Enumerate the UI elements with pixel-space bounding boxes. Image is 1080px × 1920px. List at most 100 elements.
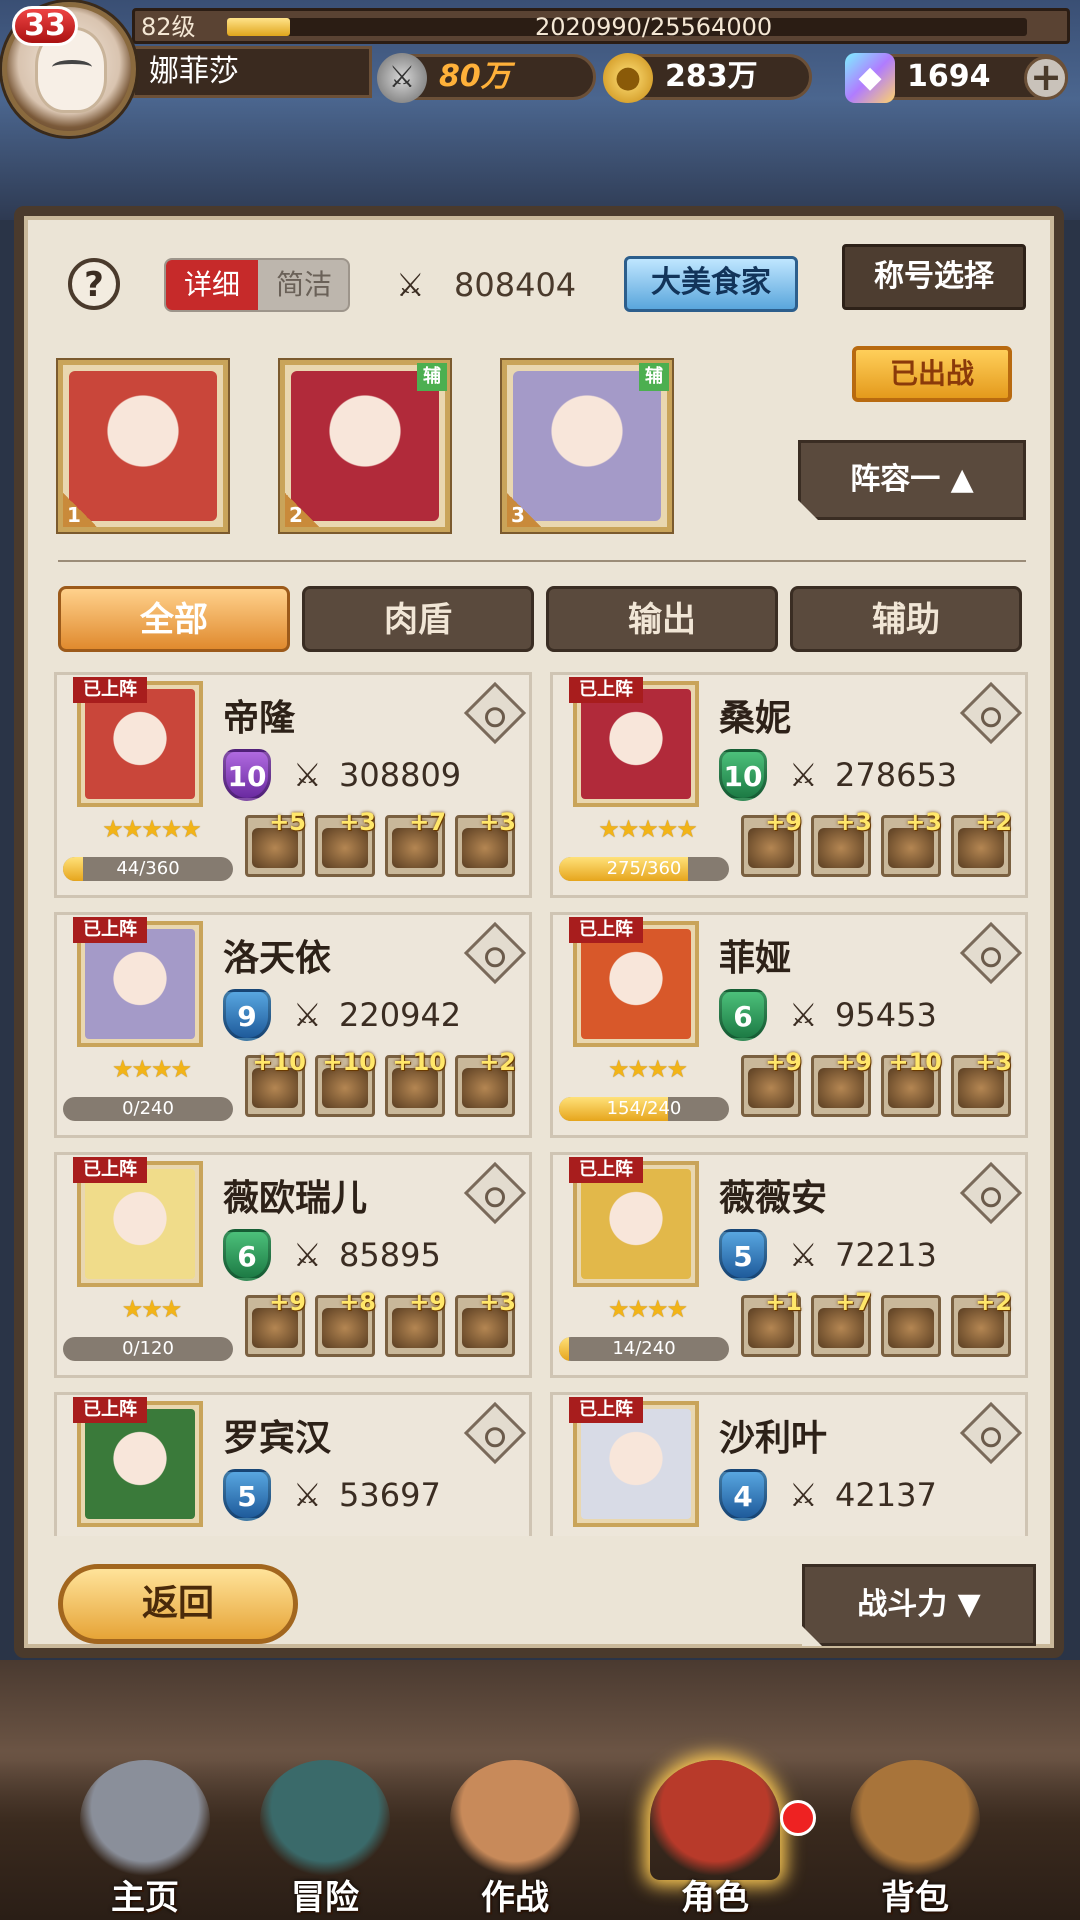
hero-face [85, 1169, 195, 1279]
hero-card[interactable]: 已上阵 薇薇安 5 ⚔ 72213 ★★★★ 14/240 +1 +7 +2 [550, 1152, 1028, 1378]
equipment-slot[interactable]: +1 [741, 1288, 802, 1357]
equipment-slot[interactable]: +10 [245, 1048, 306, 1117]
hero-exp-text: 154/240 [606, 1098, 682, 1119]
equipment-level: +5 [269, 808, 306, 836]
hero-face [581, 689, 691, 799]
deployed-button[interactable]: 已出战 [852, 346, 1012, 402]
equipment-level: +9 [409, 1288, 446, 1316]
star-rating: ★★★ [121, 1295, 183, 1323]
gold-pill[interactable]: ● 283万 [603, 53, 812, 103]
view-details-icon[interactable] [463, 921, 527, 985]
equipment-slot[interactable]: +10 [881, 1048, 942, 1117]
equipment-slot[interactable]: +9 [741, 808, 802, 877]
rank-badge: 9 [223, 989, 271, 1041]
equipment-slot[interactable]: +10 [385, 1048, 446, 1117]
equipment-slot[interactable] [881, 1295, 941, 1357]
nav-character-book[interactable]: 角色 [640, 1760, 790, 1920]
hero-power: ⚔ 72213 [789, 1235, 937, 1275]
equipment-slot[interactable]: +10 [315, 1048, 376, 1117]
equipment-slot[interactable]: +9 [385, 1288, 446, 1357]
hero-exp-text: 0/120 [122, 1338, 174, 1359]
hero-power-value: 95453 [835, 996, 937, 1034]
hero-power-value: 42137 [835, 1476, 937, 1514]
hero-card[interactable]: 已上阵 菲娅 6 ⚔ 95453 ★★★★ 154/240 +9 +9 +10 +3 [550, 912, 1028, 1138]
hero-exp-bar: 44/360 [63, 857, 233, 881]
filter-tab[interactable]: 全部 [58, 586, 290, 652]
filter-tab[interactable]: 肉盾 [302, 586, 534, 652]
equipment-slot[interactable]: +7 [385, 808, 446, 877]
view-details-icon[interactable] [463, 681, 527, 745]
equipment-level: +2 [975, 1288, 1012, 1316]
equipment-level: +10 [888, 1048, 942, 1076]
view-details-icon[interactable] [959, 1401, 1023, 1465]
hero-card[interactable]: 已上阵 罗宾汉 5 ⚔ 53697 [54, 1392, 532, 1536]
team-slot[interactable]: 3辅 [502, 360, 672, 532]
equipment-slot[interactable]: +9 [245, 1288, 306, 1357]
equipment-slot[interactable]: +8 [315, 1288, 376, 1357]
support-badge: 辅 [417, 363, 447, 391]
slot-number: 3 [511, 503, 525, 527]
hero-card[interactable]: 已上阵 沙利叶 4 ⚔ 42137 [550, 1392, 1028, 1536]
equipment-slot[interactable]: +2 [951, 808, 1012, 877]
equipment-slot[interactable]: +7 [811, 1288, 872, 1357]
equipment-slot[interactable]: +2 [951, 1288, 1012, 1357]
mode-detail-tab[interactable]: 详细 [166, 260, 258, 310]
deployed-tag: 已上阵 [73, 677, 147, 703]
slot-number: 2 [289, 503, 303, 527]
title-select-button[interactable]: 称号选择 [842, 244, 1026, 310]
equipment-slot[interactable]: +5 [245, 808, 306, 877]
hero-card[interactable]: 已上阵 帝隆 10 ⚔ 308809 ★★★★★ 44/360 +5 +3 +7 +3 [54, 672, 532, 898]
hero-power: ⚔ 85895 [293, 1235, 441, 1275]
equipment-slot[interactable]: +3 [811, 808, 872, 877]
view-details-icon[interactable] [463, 1161, 527, 1225]
equipment-slot[interactable]: +3 [881, 808, 942, 877]
equipment-slot[interactable]: +9 [811, 1048, 872, 1117]
team-select-dropdown[interactable]: 阵容一 ▲ [798, 440, 1026, 520]
crossed-swords-icon: ⚔ [789, 756, 818, 794]
filter-tab[interactable]: 输出 [546, 586, 778, 652]
hero-list[interactable]: 已上阵 帝隆 10 ⚔ 308809 ★★★★★ 44/360 +5 +3 +7 +3 已上阵 桑妮 10… [54, 672, 1052, 1536]
equipment-slot[interactable]: +2 [455, 1048, 516, 1117]
gem-icon: ◆ [845, 53, 895, 103]
add-gems-button[interactable]: + [1024, 56, 1068, 100]
hero-card[interactable]: 已上阵 薇欧瑞儿 6 ⚔ 85895 ★★★ 0/120 +9 +8 +9 +3 [54, 1152, 532, 1378]
equipment-slot[interactable]: +9 [741, 1048, 802, 1117]
hero-card[interactable]: 已上阵 桑妮 10 ⚔ 278653 ★★★★★ 275/360 +9 +3 +3 +2 [550, 672, 1028, 898]
portal-gate-icon [260, 1760, 390, 1880]
equipment-slot[interactable]: +3 [315, 808, 376, 877]
filter-tab[interactable]: 辅助 [790, 586, 1022, 652]
crossed-swords-icon: ⚔ [789, 1476, 818, 1514]
exp-bar-fill [227, 18, 291, 36]
view-details-icon[interactable] [959, 681, 1023, 745]
sort-dropdown[interactable]: 战斗力 ▼ [802, 1564, 1036, 1646]
nav-backpack[interactable]: 背包 [840, 1760, 990, 1920]
equipment-level: +9 [835, 1048, 872, 1076]
equipment-slot[interactable]: +3 [455, 1288, 516, 1357]
team-power: ⚔ 808404 [396, 258, 576, 312]
view-mode-toggle[interactable]: 详细 简洁 [164, 258, 350, 312]
equipment-slot[interactable]: +3 [951, 1048, 1012, 1117]
deployed-tag: 已上阵 [73, 1157, 147, 1183]
equipment-level: +1 [765, 1288, 802, 1316]
equipment-slot[interactable]: +3 [455, 808, 516, 877]
nav-portal-gate[interactable]: 冒险 [250, 1760, 400, 1920]
view-details-icon[interactable] [959, 921, 1023, 985]
crossed-swords-icon: ⚔ [789, 996, 818, 1034]
hero-power-value: 220942 [339, 996, 462, 1034]
deployed-tag: 已上阵 [569, 1397, 643, 1423]
character-book-icon [650, 1760, 780, 1880]
hero-card[interactable]: 已上阵 洛天依 9 ⚔ 220942 ★★★★ 0/240 +10 +10 +10 +2 [54, 912, 532, 1138]
mode-simple-tab[interactable]: 简洁 [258, 260, 348, 310]
equipment-level: +3 [339, 808, 376, 836]
team-slot[interactable]: 1 [58, 360, 228, 532]
player-name: 娜菲莎 [132, 46, 372, 98]
crossed-swords-icon: ⚔ [293, 996, 322, 1034]
crossed-swords-icon: ⚔ [396, 266, 425, 304]
view-details-icon[interactable] [463, 1401, 527, 1465]
nav-battle-girl[interactable]: 作战 [440, 1760, 590, 1920]
back-button[interactable]: 返回 [58, 1564, 298, 1644]
help-button[interactable]: ? [68, 258, 120, 310]
team-slot[interactable]: 2辅 [280, 360, 450, 532]
view-details-icon[interactable] [959, 1161, 1023, 1225]
nav-castle-statue[interactable]: 主页 [70, 1760, 220, 1920]
